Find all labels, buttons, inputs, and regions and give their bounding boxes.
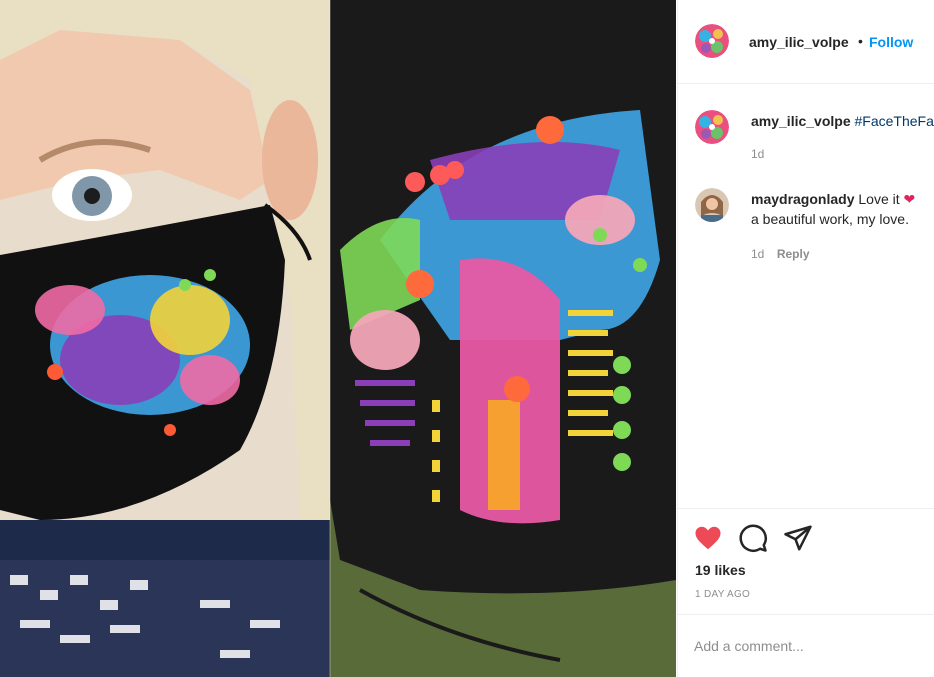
- caption-hashtag[interactable]: #FaceTheFa: [855, 113, 934, 129]
- comment-bubble-icon[interactable]: [738, 523, 768, 553]
- like-heart-icon[interactable]: [693, 523, 723, 553]
- share-paper-plane-icon[interactable]: [783, 523, 813, 553]
- comment-time[interactable]: 1d: [751, 247, 764, 261]
- post-photo-illustration: [0, 0, 676, 677]
- avatar-image: [695, 110, 729, 144]
- caption-time[interactable]: 1d: [751, 147, 764, 161]
- author-avatar[interactable]: [695, 24, 729, 58]
- heart-emoji-icon: ❤: [903, 191, 916, 207]
- post-time-ago[interactable]: 1 DAY AGO: [695, 589, 750, 600]
- avatar-image: [695, 188, 729, 222]
- add-comment-bar: [678, 614, 934, 677]
- commenter-avatar[interactable]: [695, 188, 729, 222]
- sequin: [406, 270, 434, 298]
- follow-separator: •: [858, 33, 863, 49]
- follow-button[interactable]: Follow: [869, 34, 913, 50]
- comment-text-line1: maydragonlady Love it ❤: [751, 191, 915, 208]
- commenter-username[interactable]: maydragonlady: [751, 191, 854, 207]
- avatar-image: [695, 24, 729, 58]
- comment-text-line2: a beautiful work, my love.: [751, 211, 909, 227]
- action-bar: 19 likes 1 DAY AGO: [678, 508, 934, 614]
- sequin: [536, 116, 564, 144]
- sequin: [504, 376, 530, 402]
- post-side-panel: amy_ilic_volpe • Follow amy_ilic_volpe #…: [677, 0, 934, 677]
- caption-avatar[interactable]: [695, 110, 729, 144]
- likes-count[interactable]: 19 likes: [695, 562, 746, 578]
- add-comment-input[interactable]: [694, 633, 919, 659]
- post-header: amy_ilic_volpe • Follow: [678, 0, 934, 84]
- reply-button[interactable]: Reply: [777, 247, 810, 261]
- caption-text-line: amy_ilic_volpe #FaceTheFa: [751, 113, 934, 129]
- ear: [262, 100, 318, 220]
- caption-username[interactable]: amy_ilic_volpe: [751, 113, 851, 129]
- post-photo[interactable]: [0, 0, 676, 677]
- eye-pupil: [84, 188, 100, 204]
- author-username[interactable]: amy_ilic_volpe: [749, 34, 849, 50]
- comment-meta: 1d Reply: [751, 245, 810, 263]
- comment-text-start: Love it: [858, 191, 900, 207]
- shirt-pattern-band: [0, 560, 330, 677]
